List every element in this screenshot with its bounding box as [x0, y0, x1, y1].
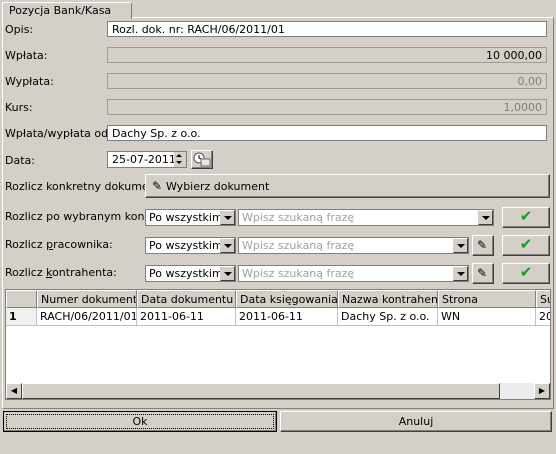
- column-header-index[interactable]: [6, 290, 37, 308]
- chevron-down-icon[interactable]: [453, 266, 468, 281]
- konto-apply-button[interactable]: ✔: [502, 207, 550, 228]
- cell-data-ksiegowania[interactable]: 2011-06-11: [236, 308, 338, 326]
- column-header-data-dokumentu[interactable]: Data dokumentu: [137, 290, 236, 308]
- scroll-thumb[interactable]: [22, 383, 500, 399]
- wybierz-dokument-button[interactable]: ✎ Wybierz dokument: [145, 174, 550, 198]
- tab-pozycja-bank-kasa[interactable]: Pozycja Bank/Kasa: [2, 2, 132, 19]
- wplata-wyplata-od-field[interactable]: Dachy Sp. z o.o.: [107, 125, 547, 141]
- rozlicz-konto-label: Rozlicz po wybranym koncie:: [5, 210, 164, 223]
- wplata-field[interactable]: 10 000,00: [107, 47, 547, 63]
- chevron-down-icon[interactable]: [453, 238, 468, 253]
- kontrahent-search-select[interactable]: Wpisz szukaną frazę: [238, 265, 469, 282]
- kurs-field[interactable]: 1,0000: [107, 99, 547, 115]
- konto-mode-value: Po wszystkim: [149, 211, 223, 224]
- pracownik-search-select[interactable]: Wpisz szukaną frazę: [238, 237, 469, 254]
- konto-mode-select[interactable]: Po wszystkim: [145, 209, 236, 226]
- kontrahent-mode-value: Po wszystkim: [149, 267, 223, 280]
- kontrahent-mode-select[interactable]: Po wszystkim: [145, 265, 236, 282]
- chevron-down-icon[interactable]: [220, 266, 235, 281]
- magic-wand-icon: ✎: [477, 238, 488, 252]
- column-header-numer[interactable]: Numer dokumentu: [37, 290, 137, 308]
- wyplata-label: Wypłata:: [5, 75, 54, 88]
- rozlicz-dokument-label: Rozlicz konkretny dokument:: [5, 180, 164, 193]
- date-field[interactable]: 25-07-2011: [107, 151, 187, 168]
- rozlicz-kontrahenta-label: Rozlicz kontrahenta:: [5, 266, 117, 279]
- chevron-down-icon[interactable]: [220, 238, 235, 253]
- chevron-down-icon[interactable]: [478, 210, 493, 225]
- chevron-down-icon[interactable]: [220, 210, 235, 225]
- calendar-button[interactable]: [191, 150, 213, 169]
- wyplata-field[interactable]: 0,00: [107, 73, 547, 89]
- column-header-data-ksiegowania[interactable]: Data księgowania: [236, 290, 338, 308]
- horizontal-scrollbar[interactable]: ◀ ▶: [6, 383, 550, 399]
- konto-search-select[interactable]: Wpisz szukaną frazę: [238, 209, 494, 226]
- opis-label: Opis:: [5, 23, 34, 36]
- date-spinner[interactable]: [174, 152, 186, 167]
- spin-down-icon[interactable]: [176, 161, 182, 164]
- kurs-label: Kurs:: [5, 101, 33, 114]
- cell-kontrahent[interactable]: Dachy Sp. z o.o.: [338, 308, 438, 326]
- kontrahent-search-placeholder: Wpisz szukaną frazę: [242, 267, 355, 280]
- pracownik-mode-value: Po wszystkim: [149, 239, 223, 252]
- ok-button[interactable]: Ok: [3, 411, 277, 432]
- kontrahent-apply-button[interactable]: ✔: [502, 263, 550, 284]
- kontrahent-wand-button[interactable]: ✎: [472, 263, 494, 284]
- rozlicz-pracownika-label: Rozlicz pracownika:: [5, 238, 113, 251]
- data-label: Data:: [5, 154, 35, 167]
- cell-strona[interactable]: WN: [438, 308, 536, 326]
- opis-field[interactable]: Rozl. dok. nr: RACH/06/2011/01: [107, 21, 547, 37]
- cancel-button[interactable]: Anuluj: [280, 411, 552, 432]
- column-header-suma[interactable]: Su: [536, 290, 550, 308]
- magic-wand-icon: ✎: [477, 266, 488, 280]
- wplata-wyplata-od-label: Wpłata/wypłata od:: [5, 127, 112, 140]
- date-value: 25-07-2011: [112, 153, 176, 166]
- cell-suma[interactable]: 20: [536, 308, 550, 326]
- pracownik-search-placeholder: Wpisz szukaną frazę: [242, 239, 355, 252]
- spin-up-icon[interactable]: [176, 154, 182, 157]
- row-index[interactable]: 1: [6, 308, 37, 326]
- scroll-left-icon[interactable]: ◀: [6, 383, 22, 399]
- konto-search-placeholder: Wpisz szukaną frazę: [242, 211, 355, 224]
- pracownik-wand-button[interactable]: ✎: [472, 235, 494, 256]
- column-header-strona[interactable]: Strona: [438, 290, 536, 308]
- cell-numer[interactable]: RACH/06/2011/01: [37, 308, 137, 326]
- wybierz-dokument-label: Wybierz dokument: [166, 180, 270, 193]
- column-header-kontrahent[interactable]: Nazwa kontrahenta: [338, 290, 438, 308]
- magic-wand-icon: ✎: [152, 179, 163, 193]
- pracownik-mode-select[interactable]: Po wszystkim: [145, 237, 236, 254]
- tab-label: Pozycja Bank/Kasa: [9, 4, 112, 17]
- cell-data-dokumentu[interactable]: 2011-06-11: [137, 308, 236, 326]
- check-icon: ✔: [519, 263, 533, 281]
- scroll-right-icon[interactable]: ▶: [534, 383, 550, 399]
- pracownik-apply-button[interactable]: ✔: [502, 235, 550, 256]
- documents-grid[interactable]: Numer dokumentu Data dokumentu Data księ…: [5, 289, 551, 400]
- wplata-label: Wpłata:: [5, 49, 48, 62]
- calendar-icon: [193, 152, 211, 167]
- check-icon: ✔: [519, 207, 533, 225]
- check-icon: ✔: [519, 235, 533, 253]
